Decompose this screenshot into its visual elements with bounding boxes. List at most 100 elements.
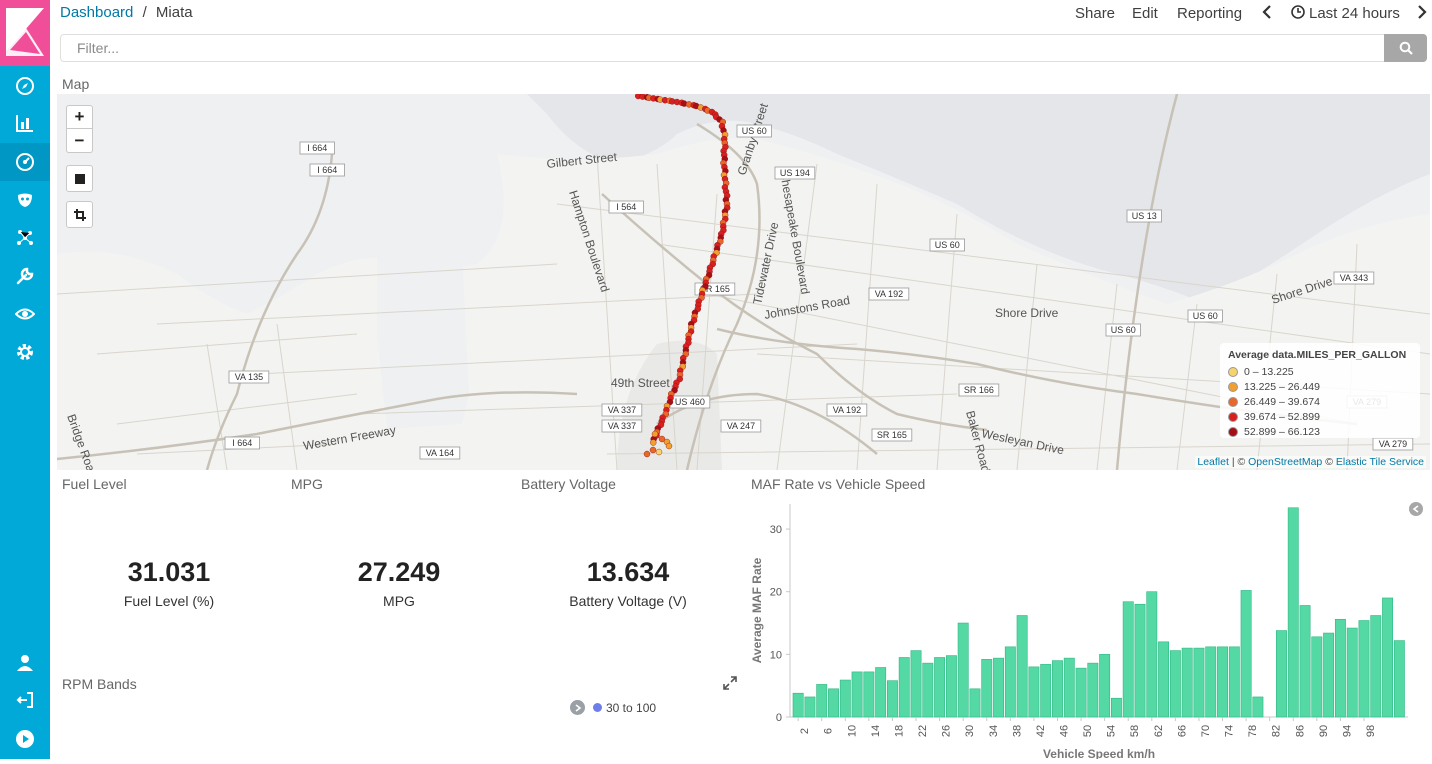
elastic-tile-service-link[interactable]: Elastic Tile Service [1336,456,1424,468]
monitoring-eye-icon[interactable] [0,295,50,333]
legend-color-dot [1228,366,1238,377]
x-tick-label: 34 [988,725,1000,737]
zoom-in-button[interactable]: + [66,105,93,129]
svg-text:VA 337: VA 337 [608,421,636,431]
highway-shield: VA 343 [1333,271,1375,285]
openstreetmap-link[interactable]: OpenStreetMap [1248,456,1322,468]
legend-color-dot [593,703,602,712]
bar [1276,630,1287,718]
route-point [665,442,673,450]
y-tick-label: 20 [770,587,782,599]
breadcrumb-dashboard-link[interactable]: Dashboard [60,4,133,21]
map-legend-label: 0 – 13.225 [1244,365,1294,378]
svg-text:SR 166: SR 166 [964,385,994,395]
timelion-mask-icon[interactable] [0,181,50,219]
bar [922,662,934,718]
user-icon[interactable] [0,644,50,682]
chart-legend-toggle-icon[interactable] [1409,502,1423,516]
x-tick-label: 58 [1129,725,1141,737]
route-point [643,450,651,458]
bar [1146,591,1158,718]
management-gear-icon[interactable] [0,333,50,371]
highway-shield: US 60 [929,238,965,252]
filter-bar [60,34,1427,62]
fullscreen-expand-icon[interactable] [723,676,737,695]
map-legend-item: 13.225 – 26.449 [1228,379,1412,394]
bar [957,622,969,718]
bar [1299,605,1311,718]
highway-shield: US 60 [1187,309,1223,323]
attribution-separator: | © [1231,456,1246,468]
svg-text:I 664: I 664 [232,438,252,448]
edit-button[interactable]: Edit [1132,5,1158,22]
rpm-legend-label[interactable]: 30 to 100 [606,701,656,715]
filter-input[interactable] [61,35,1385,61]
dashboard-gauge-icon[interactable] [0,143,50,181]
reporting-button[interactable]: Reporting [1177,5,1242,22]
legend-color-dot [1228,381,1238,392]
highway-shield: US 194 [774,166,816,180]
discover-compass-icon[interactable] [0,67,50,105]
y-tick-label: 30 [770,524,782,536]
y-tick-label: 10 [770,649,782,661]
street-label: 49th Street [611,376,670,390]
bar [1205,646,1217,718]
kibana-logo[interactable] [0,0,50,66]
x-tick-label: 90 [1318,725,1330,737]
collapse-play-icon[interactable] [0,720,50,758]
bar [828,688,839,718]
time-forward-chevron-icon[interactable] [1416,4,1428,24]
legend-toggle-chevron-icon[interactable] [570,700,585,715]
svg-text:I 564: I 564 [616,202,636,212]
share-button[interactable]: Share [1075,5,1115,22]
battery-panel-title: Battery Voltage [521,476,616,492]
leaflet-link[interactable]: Leaflet [1197,456,1229,468]
svg-text:VA 337: VA 337 [608,405,636,415]
visualize-chart-icon[interactable] [0,104,50,142]
time-picker-button[interactable]: Last 24 hours [1309,5,1400,22]
bar [1099,654,1111,718]
x-tick-label: 74 [1224,725,1236,737]
legend-color-dot [1228,396,1238,407]
x-tick-label: 70 [1200,725,1212,737]
bar [1240,590,1252,718]
y-axis-title: Average MAF Rate [750,557,764,663]
crop-icon[interactable] [66,201,93,228]
route-point [649,446,657,454]
sidebar [0,0,50,759]
svg-text:US 460: US 460 [675,397,705,407]
time-back-chevron-icon[interactable] [1261,4,1273,24]
map-legend-label: 13.225 – 26.449 [1244,380,1320,393]
rpm-panel-title: RPM Bands [62,676,137,692]
x-tick-label: 10 [846,725,858,737]
svg-text:US 60: US 60 [935,240,960,250]
zoom-out-button[interactable]: − [66,129,93,153]
x-tick-label: 26 [941,725,953,737]
highway-shield: VA 164 [419,446,461,460]
svg-text:VA 135: VA 135 [235,372,263,382]
map-view[interactable]: Gilbert Street Hampton Boulevard Granby … [57,94,1430,470]
search-icon [1399,41,1413,55]
map-legend-item: 39.674 – 52.899 [1228,409,1412,424]
bar [1358,620,1370,718]
bar [1287,507,1299,718]
devtools-wrench-icon[interactable] [0,257,50,295]
bar [863,671,875,718]
breadcrumb-separator: / [142,4,147,21]
bar [1075,667,1087,718]
draw-rectangle-icon[interactable] [66,165,93,192]
logout-icon[interactable] [0,681,50,719]
bar [1228,646,1240,718]
bar [1193,647,1205,718]
bar [898,657,910,718]
x-tick-label: 2 [799,728,811,734]
x-tick-label: 62 [1153,725,1165,737]
x-tick-label: 82 [1271,725,1283,737]
svg-text:US 60: US 60 [1111,325,1136,335]
map-legend-item: 52.899 – 66.123 [1228,424,1412,439]
map-legend-item: 26.449 – 39.674 [1228,394,1412,409]
x-tick-label: 54 [1106,725,1118,737]
search-button[interactable] [1384,34,1427,62]
map-legend-label: 52.899 – 66.123 [1244,425,1320,438]
graph-network-icon[interactable] [0,218,50,256]
